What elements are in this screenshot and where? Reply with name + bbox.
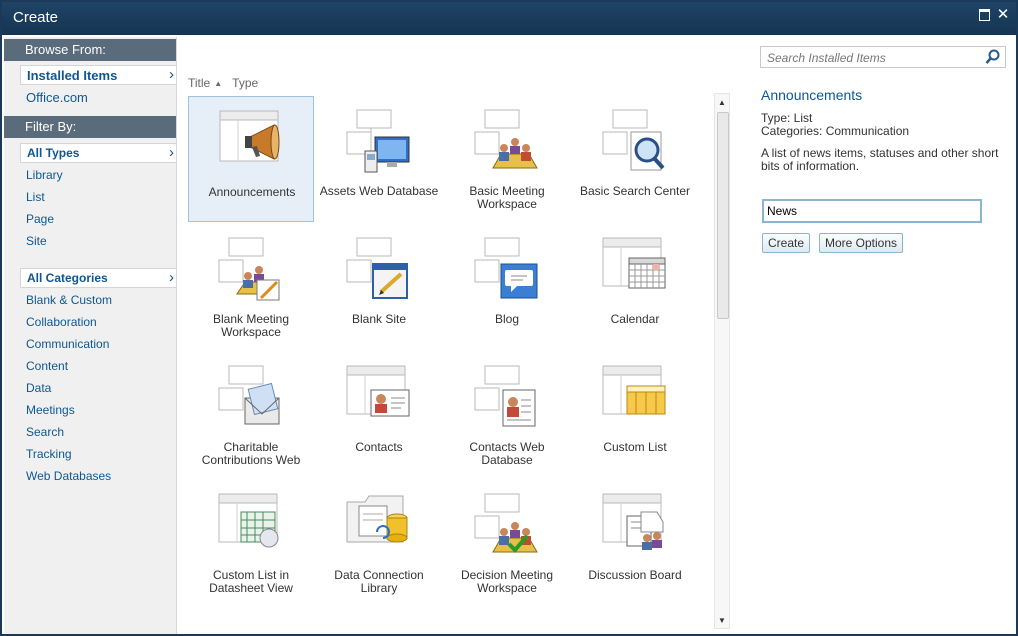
tile-label: Contacts	[355, 440, 403, 454]
tile-data-connection-library[interactable]: Data Connection Library	[316, 480, 442, 606]
computer-icon	[346, 109, 410, 173]
dialog-title: Create	[13, 9, 59, 26]
filter-type-library[interactable]: Library	[26, 168, 63, 182]
scroll-down-icon[interactable]: ▼	[718, 616, 726, 625]
tile-calendar[interactable]: Calendar	[572, 224, 698, 350]
filter-by-heading: Filter By:	[4, 116, 176, 138]
filter-category-blank-custom[interactable]: Blank & Custom	[26, 293, 112, 307]
create-dialog: Create ✕ Browse From: Installed Items › …	[0, 0, 1018, 636]
scroll-up-icon[interactable]: ▲	[718, 98, 726, 107]
tile-basic-meeting-workspace[interactable]: Basic Meeting Workspace	[444, 96, 570, 222]
tile-announcements[interactable]: Announcements	[188, 96, 314, 222]
tile-custom-list-datasheet-view[interactable]: Custom List in Datasheet View	[188, 480, 314, 606]
detail-title: Announcements	[761, 87, 863, 103]
tile-label: Data Connection Library	[334, 568, 424, 595]
tile-label: Blank Site	[351, 312, 407, 326]
filter-type-site[interactable]: Site	[26, 234, 47, 248]
search-icon[interactable]	[985, 49, 1001, 70]
sort-by-title[interactable]: Title	[188, 76, 210, 90]
tile-label: Decision Meeting Workspace	[460, 568, 554, 595]
close-icon[interactable]: ✕	[995, 7, 1011, 23]
tile-label: Announcements	[208, 185, 296, 199]
tile-label: Basic Meeting Workspace	[469, 184, 545, 211]
tile-decision-meeting-workspace[interactable]: Decision Meeting Workspace	[444, 480, 570, 606]
blank-site-icon	[346, 237, 408, 299]
tile-label: Charitable Contributions Web	[201, 440, 301, 467]
filter-all-categories[interactable]: All Categories ›	[20, 268, 176, 288]
tile-label: Blog	[494, 312, 520, 326]
tile-blank-meeting-workspace[interactable]: Blank Meeting Workspace	[188, 224, 314, 350]
megaphone-icon	[219, 110, 280, 162]
vertical-scrollbar[interactable]: ▲ ▼	[714, 93, 730, 629]
maximize-icon[interactable]	[976, 7, 992, 23]
filter-type-list[interactable]: List	[26, 190, 45, 204]
data-connection-icon	[346, 495, 408, 543]
tile-label: Discussion Board	[588, 568, 682, 582]
tile-custom-list[interactable]: Custom List	[572, 352, 698, 478]
filter-type-page[interactable]: Page	[26, 212, 54, 226]
tile-charitable-contributions-web[interactable]: Charitable Contributions Web	[188, 352, 314, 478]
tile-contacts[interactable]: Contacts	[316, 352, 442, 478]
tile-label: Basic Search Center	[579, 184, 691, 198]
more-options-button[interactable]: More Options	[819, 233, 904, 253]
search-input[interactable]	[765, 49, 979, 67]
tile-label: Calendar	[610, 312, 660, 326]
contact-list-icon	[474, 365, 536, 427]
filter-category-web-databases[interactable]: Web Databases	[26, 469, 111, 483]
envelope-icon	[218, 365, 280, 425]
detail-type: Type: List	[761, 111, 813, 125]
filter-category-communication[interactable]: Communication	[26, 337, 109, 351]
browse-from-heading: Browse From:	[4, 39, 176, 61]
tile-label: Custom List in Datasheet View	[209, 568, 293, 595]
create-button[interactable]: Create	[762, 233, 811, 253]
tile-label: Custom List	[603, 440, 667, 454]
detail-categories: Categories: Communication	[761, 124, 910, 138]
search-box	[760, 46, 1006, 68]
tile-label: Blank Meeting Workspace	[212, 312, 290, 339]
tile-blog[interactable]: Blog	[444, 224, 570, 350]
filter-all-types[interactable]: All Types ›	[20, 143, 176, 163]
discussion-board-icon	[602, 493, 664, 550]
sort-bar: Title ▲ Type	[188, 76, 262, 90]
datasheet-icon	[218, 493, 279, 548]
chevron-right-icon: ›	[169, 269, 174, 286]
filter-category-collaboration[interactable]: Collaboration	[26, 315, 97, 329]
search-magnifier-icon	[602, 109, 665, 171]
speech-bubble-icon	[474, 237, 538, 299]
browse-installed-items[interactable]: Installed Items ›	[20, 65, 176, 85]
scroll-thumb[interactable]	[717, 112, 729, 319]
tile-basic-search-center[interactable]: Basic Search Center	[572, 96, 698, 222]
filter-category-meetings[interactable]: Meetings	[26, 403, 75, 417]
sort-by-type[interactable]: Type	[232, 76, 258, 90]
tile-contacts-web-database[interactable]: Contacts Web Database	[444, 352, 570, 478]
tile-blank-site[interactable]: Blank Site	[316, 224, 442, 350]
template-grid: Announcements Assets Web Database Basic …	[188, 96, 708, 636]
chevron-right-icon: ›	[169, 66, 174, 83]
name-field[interactable]	[762, 199, 982, 223]
tile-label: Assets Web Database	[319, 184, 439, 198]
custom-list-icon	[602, 365, 666, 415]
meeting-icon	[474, 109, 538, 169]
tile-discussion-board[interactable]: Discussion Board	[572, 480, 698, 606]
meeting-pencil-icon	[218, 237, 280, 301]
contact-card-icon	[346, 365, 410, 417]
filter-category-data[interactable]: Data	[26, 381, 51, 395]
decision-meeting-icon	[474, 493, 538, 553]
filter-category-content[interactable]: Content	[26, 359, 68, 373]
calendar-icon	[602, 237, 666, 289]
left-pane: Browse From: Installed Items › Office.co…	[4, 37, 177, 634]
title-bar[interactable]: Create ✕	[2, 2, 1016, 35]
chevron-right-icon: ›	[169, 144, 174, 161]
tile-assets-web-database[interactable]: Assets Web Database	[316, 96, 442, 222]
filter-category-tracking[interactable]: Tracking	[26, 447, 72, 461]
filter-category-search[interactable]: Search	[26, 425, 64, 439]
sort-ascending-icon: ▲	[214, 79, 223, 88]
tile-label: Contacts Web Database	[469, 440, 545, 467]
browse-office-com[interactable]: Office.com	[26, 90, 88, 105]
detail-description: A list of news items, statuses and other…	[761, 146, 999, 173]
